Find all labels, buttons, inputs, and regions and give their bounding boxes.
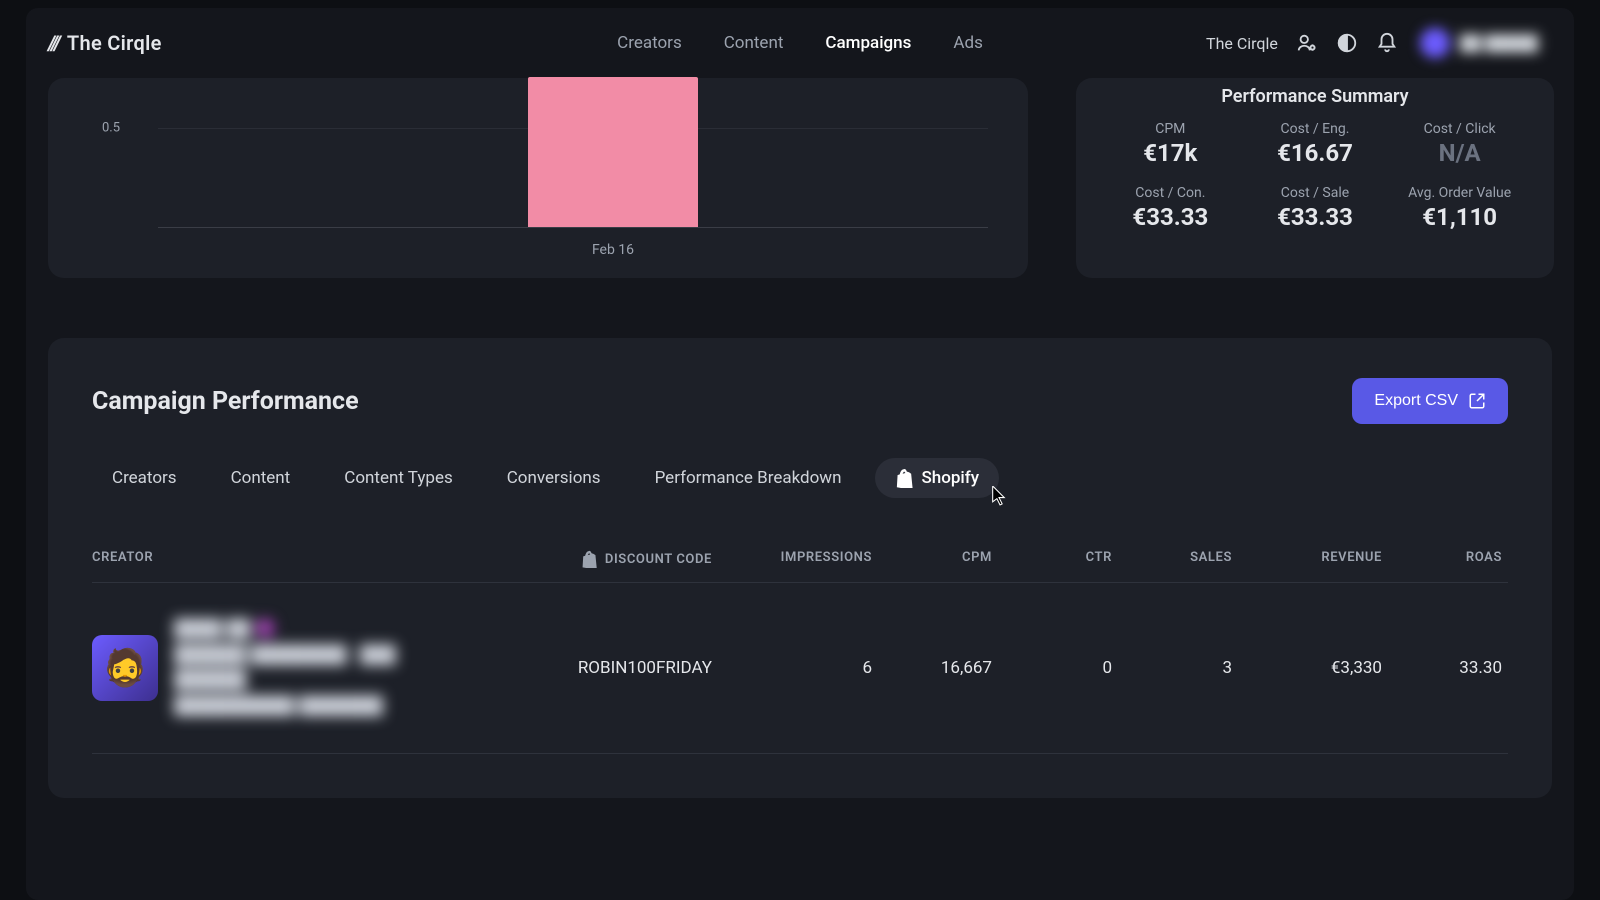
col-cpm[interactable]: CPM — [872, 550, 992, 568]
table-row[interactable]: 🧔 ████ ██ 🟣 ██████ ████████ · ███ ██████… — [92, 583, 1508, 754]
logo-mark-icon: /// — [48, 31, 59, 55]
cell-roas: 33.30 — [1382, 658, 1502, 678]
creator-info-blurred: ████ ██ 🟣 ██████ ████████ · ███ ██████ █… — [174, 617, 396, 719]
cell-revenue: €3,330 — [1232, 658, 1382, 678]
brand-logo[interactable]: /// The Cirqle — [48, 31, 162, 55]
performance-summary-card: Performance Summary CPM €17k Cost / Eng.… — [1076, 78, 1554, 278]
chart-xtick: Feb 16 — [592, 242, 634, 258]
tab-creators[interactable]: Creators — [92, 458, 197, 498]
shopify-icon — [581, 550, 597, 568]
chart-card: 0.5 Feb 16 — [48, 78, 1028, 278]
col-impressions[interactable]: IMPRESSIONS — [732, 550, 872, 568]
user-display-name: ██ █████ — [1460, 34, 1538, 52]
cell-sales: 3 — [1112, 658, 1232, 678]
nav-creators[interactable]: Creators — [617, 33, 682, 53]
nav-content[interactable]: Content — [724, 33, 784, 53]
col-sales[interactable]: SALES — [1112, 550, 1232, 568]
metric-cost-click: Cost / Click N/A — [1387, 121, 1532, 167]
user-settings-icon[interactable] — [1296, 32, 1318, 54]
shopify-icon — [895, 468, 913, 488]
tab-content[interactable]: Content — [211, 458, 311, 498]
table-head: CREATOR DISCOUNT CODE IMPRESSIONS CPM CT… — [92, 536, 1508, 583]
col-roas[interactable]: ROAS — [1382, 550, 1502, 568]
metric-aov: Avg. Order Value €1,110 — [1387, 185, 1532, 231]
performance-table: CREATOR DISCOUNT CODE IMPRESSIONS CPM CT… — [92, 536, 1508, 754]
campaign-performance-title: Campaign Performance — [92, 387, 359, 416]
chart-bar[interactable] — [528, 77, 698, 227]
nav-campaigns[interactable]: Campaigns — [825, 33, 911, 53]
export-icon — [1468, 392, 1486, 410]
cell-discount-code: ROBIN100FRIDAY — [472, 658, 732, 678]
metric-cpm: CPM €17k — [1098, 121, 1243, 167]
primary-nav: Creators Content Campaigns Ads — [617, 33, 983, 53]
avatar-icon — [1420, 28, 1450, 58]
nav-ads[interactable]: Ads — [953, 33, 982, 53]
cell-impressions: 6 — [732, 658, 872, 678]
brand-name: The Cirqle — [67, 31, 162, 55]
metric-cost-eng: Cost / Eng. €16.67 — [1243, 121, 1388, 167]
chart-ytick: 0.5 — [102, 121, 120, 136]
cell-cpm: 16,667 — [872, 658, 992, 678]
tab-performance-breakdown[interactable]: Performance Breakdown — [635, 458, 862, 498]
chart-plot — [158, 78, 988, 228]
creator-avatar[interactable]: 🧔 — [92, 635, 158, 701]
notifications-icon[interactable] — [1376, 32, 1398, 54]
org-name[interactable]: The Cirqle — [1206, 34, 1278, 53]
performance-tabs: Creators Content Content Types Conversio… — [92, 458, 1508, 498]
metric-cost-con: Cost / Con. €33.33 — [1098, 185, 1243, 231]
tab-content-types[interactable]: Content Types — [324, 458, 472, 498]
col-revenue[interactable]: REVENUE — [1232, 550, 1382, 568]
creator-cell: 🧔 ████ ██ 🟣 ██████ ████████ · ███ ██████… — [92, 617, 472, 719]
user-menu[interactable]: ██ █████ — [1416, 24, 1552, 62]
summary-title: Performance Summary — [1098, 86, 1532, 107]
col-creator[interactable]: CREATOR — [92, 550, 472, 568]
col-discount-code[interactable]: DISCOUNT CODE — [472, 550, 732, 568]
export-csv-button[interactable]: Export CSV — [1352, 378, 1508, 424]
tab-shopify[interactable]: Shopify — [875, 458, 999, 498]
topbar: /// The Cirqle Creators Content Campaign… — [26, 8, 1574, 78]
cell-ctr: 0 — [992, 658, 1112, 678]
col-ctr[interactable]: CTR — [992, 550, 1112, 568]
theme-toggle-icon[interactable] — [1336, 32, 1358, 54]
campaign-performance-card: Campaign Performance Export CSV Creators… — [48, 338, 1552, 798]
metric-cost-sale: Cost / Sale €33.33 — [1243, 185, 1388, 231]
tab-conversions[interactable]: Conversions — [487, 458, 621, 498]
